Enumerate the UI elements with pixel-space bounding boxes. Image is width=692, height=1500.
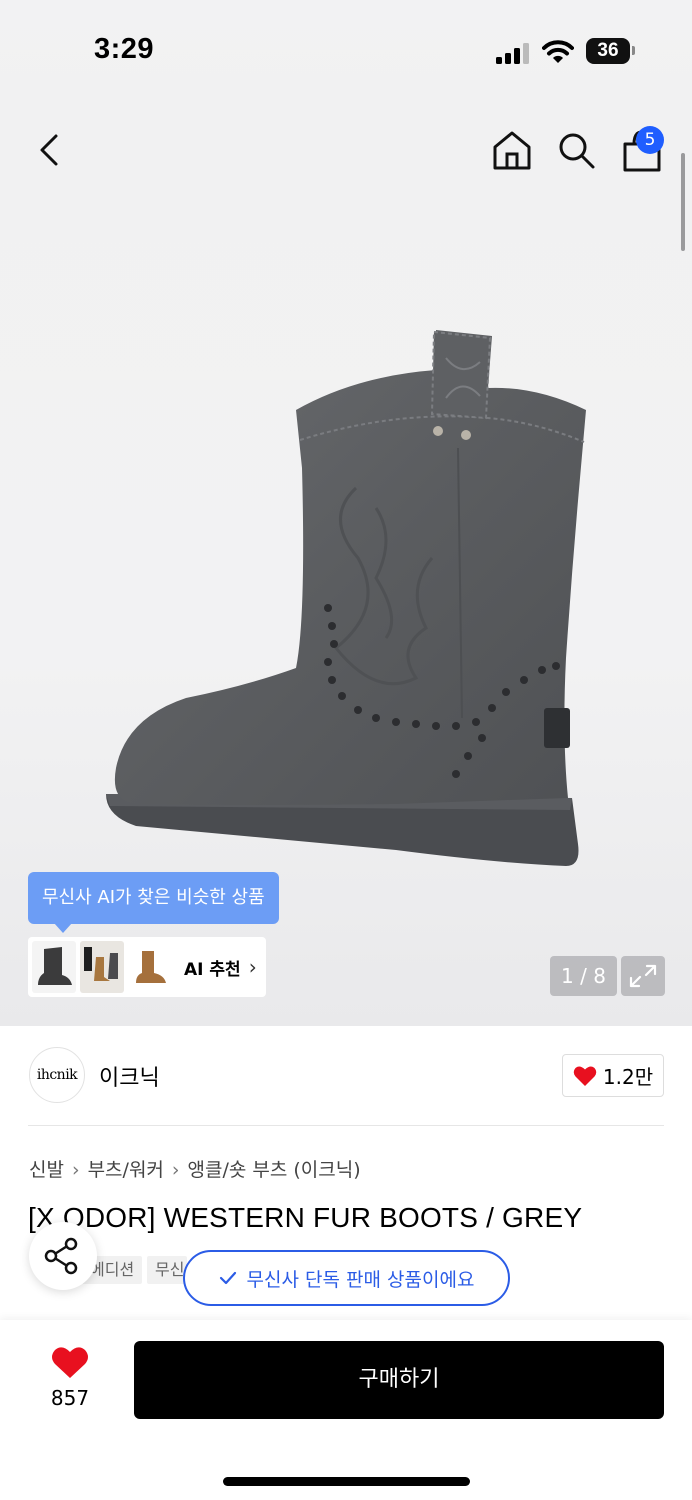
chevron-right-icon: › [248,955,257,979]
product-tag: 무신 [147,1256,187,1284]
ai-recommend-card[interactable]: AI 추천 › [28,937,266,997]
breadcrumb-item[interactable]: 앵클/숏 부츠 (이크닉) [188,1159,361,1181]
recommend-thumb-3 [128,941,172,993]
expand-icon[interactable] [621,956,665,996]
brand-logo[interactable]: ihcnik [29,1047,85,1103]
wishlist-heart-icon[interactable] [40,1344,100,1384]
heart-icon [573,1066,597,1086]
ai-recommend-label: AI 추천 [184,959,241,980]
product-image[interactable] [96,318,596,878]
home-icon[interactable] [490,128,534,172]
cart-count-badge: 5 [636,126,664,154]
buy-button[interactable]: 구매하기 [134,1341,664,1419]
brand-name[interactable]: 이크닉 [99,1060,160,1092]
breadcrumb-separator: › [171,1159,180,1181]
wishlist-count: 857 [50,1386,90,1410]
exclusive-sale-badge: 무신사 단독 판매 상품이에요 [183,1250,510,1306]
scrollbar[interactable] [681,153,685,251]
home-indicator [223,1477,470,1486]
battery-icon: 36 [586,38,630,64]
breadcrumb-item[interactable]: 부츠/워커 [88,1159,164,1181]
back-button[interactable] [30,128,70,172]
divider [28,1125,664,1126]
status-bar: 3:29 36 [0,0,692,100]
wifi-icon [542,40,574,63]
breadcrumb-item[interactable]: 신발 [29,1159,64,1181]
share-button[interactable] [29,1222,97,1290]
check-icon [219,1271,236,1285]
breadcrumb: 신발 › 부츠/워커 › 앵클/숏 부츠 (이크닉) [29,1155,361,1182]
recommend-thumb-1 [32,941,76,993]
exclusive-sale-text: 무신사 단독 판매 상품이에요 [246,1268,475,1291]
search-icon[interactable] [554,128,598,172]
breadcrumb-separator: › [71,1159,80,1181]
battery-cap [632,46,635,55]
product-title: [X ODOR] WESTERN FUR BOOTS / GREY [28,1202,583,1233]
signal-icon [496,42,532,64]
status-time: 3:29 [94,33,155,65]
brand-like-count: 1.2만 [602,1065,654,1089]
brand-like-button[interactable]: 1.2만 [562,1054,664,1097]
ai-similar-tooltip: 무신사 AI가 찾은 비슷한 상품 [28,872,279,933]
image-pager: 1 / 8 [550,956,617,996]
recommend-thumb-2 [80,941,124,993]
